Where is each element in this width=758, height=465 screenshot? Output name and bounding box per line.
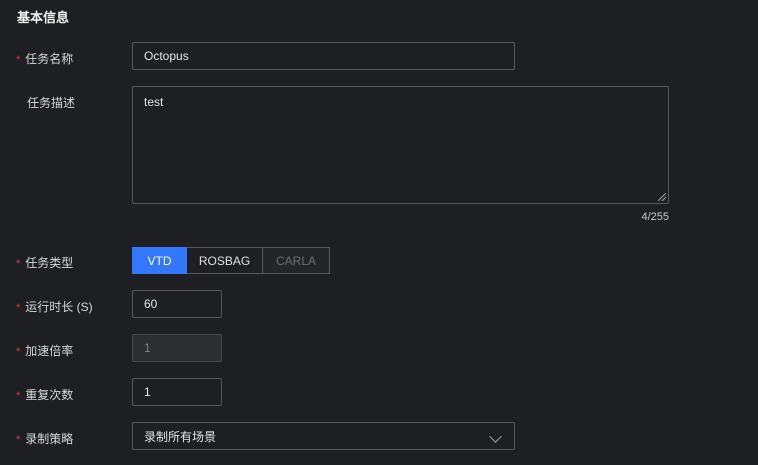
repeat-input[interactable]: 1 xyxy=(132,378,222,406)
char-counter: 4/255 xyxy=(641,211,669,223)
task-desc-textarea[interactable]: test xyxy=(132,86,669,204)
required-mark: * xyxy=(16,54,21,66)
task-type-segmented: VTD ROSBAG CARLA xyxy=(132,247,330,274)
task-desc-label: 任务描述 xyxy=(27,96,76,110)
task-type-option-carla: CARLA xyxy=(263,247,330,274)
resize-handle-icon[interactable] xyxy=(658,193,666,201)
duration-label: * 运行时长 (S) xyxy=(16,300,93,314)
speed-input: 1 xyxy=(132,334,222,362)
record-policy-label: * 录制策略 xyxy=(16,432,74,446)
speed-label: * 加速倍率 xyxy=(16,344,74,358)
chevron-down-icon xyxy=(489,430,502,443)
record-policy-select[interactable]: 录制所有场景 xyxy=(132,422,515,450)
task-type-option-rosbag[interactable]: ROSBAG xyxy=(187,247,263,274)
task-name-label: * 任务名称 xyxy=(16,52,74,66)
duration-input[interactable]: 60 xyxy=(132,290,222,318)
task-type-option-vtd[interactable]: VTD xyxy=(132,247,187,274)
repeat-label: * 重复次数 xyxy=(16,388,74,402)
section-title: 基本信息 xyxy=(17,10,70,25)
task-type-label: * 任务类型 xyxy=(16,256,74,270)
task-name-input[interactable]: Octopus xyxy=(132,42,515,70)
